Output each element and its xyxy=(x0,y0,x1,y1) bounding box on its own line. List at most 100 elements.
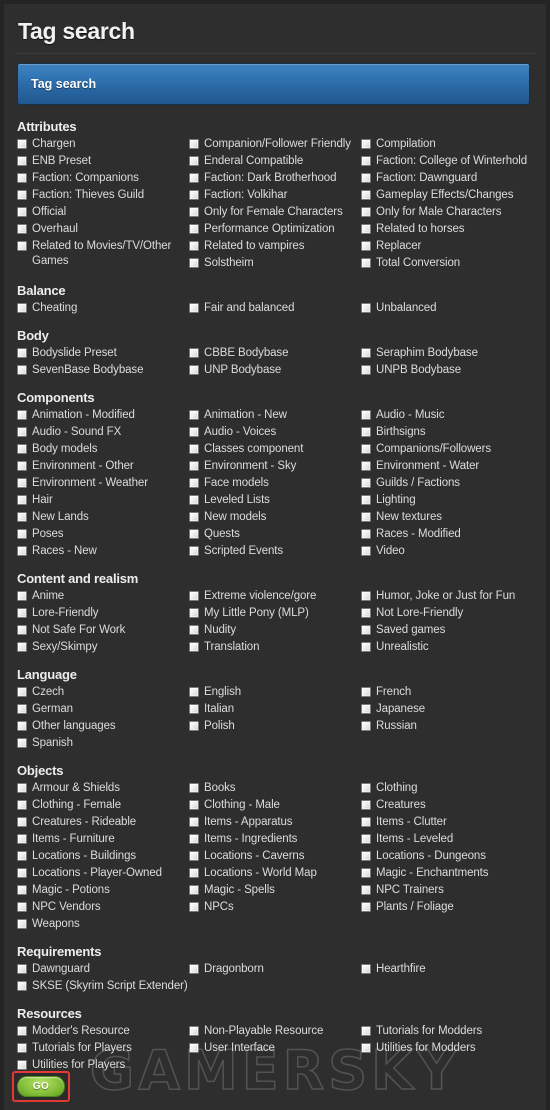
tag-option[interactable]: Faction: Volkihar xyxy=(189,188,361,203)
tag-option[interactable]: Animation - New xyxy=(189,408,361,423)
checkbox-icon[interactable] xyxy=(189,478,199,488)
checkbox-icon[interactable] xyxy=(361,529,371,539)
tag-option[interactable]: Clothing xyxy=(361,781,488,796)
checkbox-icon[interactable] xyxy=(17,800,27,810)
tag-option[interactable]: Other languages xyxy=(17,719,189,734)
tag-option[interactable]: Birthsigns xyxy=(361,425,491,440)
tag-option[interactable]: Weapons xyxy=(17,917,189,932)
tag-option[interactable]: Related to vampires xyxy=(189,239,361,254)
checkbox-icon[interactable] xyxy=(189,783,199,793)
checkbox-icon[interactable] xyxy=(189,704,199,714)
checkbox-icon[interactable] xyxy=(361,546,371,556)
tag-option[interactable]: Solstheim xyxy=(189,256,361,271)
checkbox-icon[interactable] xyxy=(17,173,27,183)
tag-option[interactable]: Magic - Spells xyxy=(189,883,361,898)
tag-option[interactable]: Bodyslide Preset xyxy=(17,346,189,361)
checkbox-icon[interactable] xyxy=(17,348,27,358)
tag-option[interactable]: Lore-Friendly xyxy=(17,606,189,621)
checkbox-icon[interactable] xyxy=(17,410,27,420)
checkbox-icon[interactable] xyxy=(189,546,199,556)
tag-option[interactable]: Not Safe For Work xyxy=(17,623,189,638)
checkbox-icon[interactable] xyxy=(361,902,371,912)
checkbox-icon[interactable] xyxy=(17,981,27,991)
checkbox-icon[interactable] xyxy=(17,461,27,471)
checkbox-icon[interactable] xyxy=(17,964,27,974)
checkbox-icon[interactable] xyxy=(361,1026,371,1036)
checkbox-icon[interactable] xyxy=(17,1060,27,1070)
go-button[interactable]: GO xyxy=(17,1076,65,1097)
checkbox-icon[interactable] xyxy=(361,608,371,618)
checkbox-icon[interactable] xyxy=(17,427,27,437)
tag-option[interactable]: UNPB Bodybase xyxy=(361,363,478,378)
checkbox-icon[interactable] xyxy=(189,817,199,827)
tag-option[interactable]: Cheating xyxy=(17,301,189,316)
tag-search-bar[interactable]: Tag search xyxy=(17,63,530,105)
tag-option[interactable]: Modder's Resource xyxy=(17,1024,189,1039)
tag-option[interactable]: Races - New xyxy=(17,544,189,559)
checkbox-icon[interactable] xyxy=(17,444,27,454)
checkbox-icon[interactable] xyxy=(189,1026,199,1036)
tag-option[interactable]: Items - Ingredients xyxy=(189,832,361,847)
tag-option[interactable]: UNP Bodybase xyxy=(189,363,361,378)
tag-option[interactable]: Gameplay Effects/Changes xyxy=(361,188,527,203)
tag-option[interactable]: Humor, Joke or Just for Fun xyxy=(361,589,515,604)
tag-option[interactable]: My Little Pony (MLP) xyxy=(189,606,361,621)
checkbox-icon[interactable] xyxy=(189,190,199,200)
tag-option[interactable]: Related to horses xyxy=(361,222,527,237)
checkbox-icon[interactable] xyxy=(189,529,199,539)
tag-option[interactable]: Items - Apparatus xyxy=(189,815,361,830)
checkbox-icon[interactable] xyxy=(17,625,27,635)
checkbox-icon[interactable] xyxy=(17,642,27,652)
checkbox-icon[interactable] xyxy=(189,608,199,618)
tag-option[interactable]: Japanese xyxy=(361,702,425,717)
tag-option[interactable]: Official xyxy=(17,205,189,220)
checkbox-icon[interactable] xyxy=(17,478,27,488)
tag-option[interactable]: Animation - Modified xyxy=(17,408,189,423)
checkbox-icon[interactable] xyxy=(361,687,371,697)
tag-option[interactable]: Locations - Player-Owned xyxy=(17,866,189,881)
tag-option[interactable]: Items - Furniture xyxy=(17,832,189,847)
tag-option[interactable]: Items - Leveled xyxy=(361,832,488,847)
tag-option[interactable]: Only for Male Characters xyxy=(361,205,527,220)
tag-option[interactable]: Magic - Potions xyxy=(17,883,189,898)
checkbox-icon[interactable] xyxy=(361,625,371,635)
tag-option[interactable]: NPC Vendors xyxy=(17,900,189,915)
tag-option[interactable]: NPCs xyxy=(189,900,361,915)
tag-option[interactable]: Books xyxy=(189,781,361,796)
tag-option[interactable]: German xyxy=(17,702,189,717)
tag-option[interactable]: Dragonborn xyxy=(189,962,361,977)
tag-option[interactable]: Locations - Buildings xyxy=(17,849,189,864)
tag-option[interactable]: Total Conversion xyxy=(361,256,527,271)
checkbox-icon[interactable] xyxy=(361,478,371,488)
checkbox-icon[interactable] xyxy=(361,348,371,358)
tag-option[interactable]: Quests xyxy=(189,527,361,542)
checkbox-icon[interactable] xyxy=(361,591,371,601)
checkbox-icon[interactable] xyxy=(361,241,371,251)
tag-option[interactable]: Seraphim Bodybase xyxy=(361,346,478,361)
checkbox-icon[interactable] xyxy=(361,190,371,200)
tag-option[interactable]: Only for Female Characters xyxy=(189,205,361,220)
checkbox-icon[interactable] xyxy=(17,704,27,714)
checkbox-icon[interactable] xyxy=(361,512,371,522)
checkbox-icon[interactable] xyxy=(361,139,371,149)
checkbox-icon[interactable] xyxy=(189,512,199,522)
checkbox-icon[interactable] xyxy=(17,608,27,618)
tag-option[interactable]: New models xyxy=(189,510,361,525)
tag-option[interactable]: Tutorials for Modders xyxy=(361,1024,482,1039)
checkbox-icon[interactable] xyxy=(17,365,27,375)
checkbox-icon[interactable] xyxy=(189,303,199,313)
tag-option[interactable]: Audio - Voices xyxy=(189,425,361,440)
checkbox-icon[interactable] xyxy=(361,410,371,420)
tag-option[interactable]: Faction: Thieves Guild xyxy=(17,188,189,203)
tag-option[interactable]: Classes component xyxy=(189,442,361,457)
tag-option[interactable]: Nudity xyxy=(189,623,361,638)
tag-option[interactable]: SevenBase Bodybase xyxy=(17,363,189,378)
tag-option[interactable]: Face models xyxy=(189,476,361,491)
tag-option[interactable]: Locations - Caverns xyxy=(189,849,361,864)
tag-option[interactable]: Magic - Enchantments xyxy=(361,866,489,881)
tag-option[interactable]: CBBE Bodybase xyxy=(189,346,361,361)
tag-option[interactable]: Replacer xyxy=(361,239,527,254)
checkbox-icon[interactable] xyxy=(17,591,27,601)
checkbox-icon[interactable] xyxy=(189,964,199,974)
checkbox-icon[interactable] xyxy=(17,546,27,556)
